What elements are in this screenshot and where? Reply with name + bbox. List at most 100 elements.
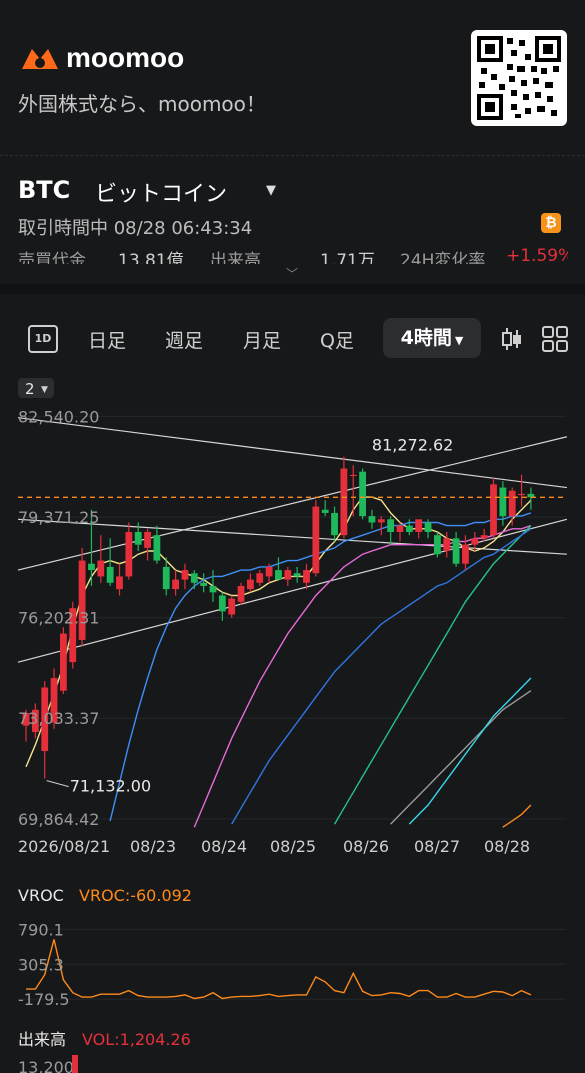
ma-line-ma90 — [390, 690, 532, 825]
x-tick-label: 08/26 — [343, 837, 389, 856]
stat-turnover-label: 売買代金 — [18, 251, 86, 264]
period-tabs: 1D 日足 週足 月足 Q足 4時間 ▼ — [0, 318, 585, 362]
candle-body — [462, 544, 469, 564]
vroc-grid — [18, 928, 566, 1000]
candle-body — [471, 538, 479, 545]
qr-code — [471, 30, 567, 126]
candle-body — [368, 516, 376, 523]
candle-body — [209, 585, 217, 593]
brand: moomoo — [18, 42, 184, 74]
candle-body — [312, 506, 320, 574]
stat-change-label: 24H変化率 — [400, 251, 486, 264]
vroc-y-tick-label: 305.3 — [18, 955, 64, 974]
volume-y-label: 13,200 — [18, 1058, 74, 1073]
period-selector-caret-icon: ▼ — [41, 385, 48, 395]
moomoo-logo-icon — [22, 49, 58, 69]
tab-daily[interactable]: 日足 — [88, 326, 126, 353]
candle-body — [218, 595, 226, 612]
candlestick-icon[interactable] — [500, 326, 524, 352]
candle-body — [78, 560, 86, 640]
price-chart[interactable]: 2 ▼ 82,540.20 79,371.25 76,202.31 73,033.37… — [0, 370, 585, 1073]
x-tick-label: 08/24 — [201, 837, 247, 856]
candle-body — [443, 538, 451, 552]
candle-body — [331, 512, 338, 536]
period-selector[interactable] — [18, 378, 54, 398]
ticker-name[interactable]: ビットコイン — [95, 176, 227, 208]
ma-line-ma120 — [408, 677, 532, 825]
candle-body — [359, 471, 366, 517]
candle-body — [405, 525, 413, 532]
ma-line-ma30 — [333, 525, 532, 825]
candle-body — [153, 535, 161, 561]
vroc-label: VROC — [18, 886, 64, 905]
expand-chevron-icon[interactable]: ﹀ — [286, 265, 298, 282]
stat-change-value: +1.59% — [506, 246, 568, 264]
candle-body — [144, 531, 151, 548]
candle-body — [508, 490, 516, 517]
y-tick-label: 69,864.42 — [18, 810, 99, 829]
candle-body — [349, 474, 357, 477]
candle-body — [256, 573, 264, 583]
candle-body — [181, 570, 189, 580]
x-tick-label: 08/28 — [484, 837, 530, 856]
y-tick-label: 82,540.20 — [18, 407, 99, 426]
candle-body — [228, 598, 236, 615]
calendar-1d-icon[interactable]: 1D — [28, 325, 58, 353]
candle-body — [172, 579, 179, 590]
x-axis-labels: 2026/08/21 08/23 08/24 08/25 08/26 08/27 08/28 — [18, 837, 530, 856]
candle-body — [125, 531, 133, 577]
candle-body — [284, 570, 292, 580]
candle-body — [424, 522, 432, 532]
tab-4hour-caret-icon: ▼ — [454, 334, 464, 347]
candle-body — [237, 585, 245, 602]
chevron-down-icon[interactable]: ▼ — [266, 183, 276, 198]
candle-body — [247, 579, 254, 590]
candle-body — [88, 563, 95, 571]
bitcoin-icon: ₿ — [541, 213, 561, 233]
low-annotation-leader — [46, 780, 69, 788]
ma-line-ma200 — [502, 804, 532, 828]
candle-body — [499, 487, 507, 517]
candle-body — [190, 573, 198, 583]
y-tick-label: 73,033.37 — [18, 709, 99, 728]
volume-bar — [72, 1055, 78, 1073]
period-selector-value: 2 — [25, 380, 35, 398]
vroc-value: VROC:-60.092 — [79, 886, 192, 905]
candle-body — [162, 566, 170, 590]
banner-divider — [0, 155, 585, 156]
candle-body — [452, 538, 460, 564]
x-tick-label: 2026/08/21 — [18, 837, 110, 856]
y-tick-label: 76,202.31 — [18, 609, 99, 628]
candle-body — [106, 566, 114, 583]
candle-body — [396, 525, 404, 532]
vroc-line — [26, 939, 532, 1000]
tab-monthly[interactable]: 月足 — [243, 326, 281, 353]
candle-body — [340, 468, 348, 536]
candle-body — [200, 582, 208, 586]
candle-body — [275, 570, 282, 580]
ticker-symbol[interactable]: BTC — [18, 176, 70, 204]
candle-body — [387, 519, 395, 532]
trading-status-time: 取引時間中 08/28 06:43:34 — [18, 218, 253, 239]
candle-body — [265, 566, 273, 577]
tab-quarterly[interactable]: Q足 — [320, 326, 354, 353]
candle-body — [293, 573, 301, 577]
grid-icon[interactable] — [541, 325, 569, 353]
tab-weekly[interactable]: 週足 — [165, 326, 203, 353]
y-axis-labels: 82,540.20 79,371.25 76,202.31 73,033.37 69,8… — [18, 407, 99, 828]
x-tick-label: 08/23 — [130, 837, 176, 856]
candle-body — [134, 531, 142, 545]
candle-body — [434, 535, 441, 555]
vroc-y-labels: 790.1 305.3 -179.5 — [18, 920, 70, 1009]
high-annotation: 81,272.62 — [372, 436, 453, 455]
qr-code-icon — [477, 36, 561, 120]
volume-label: 出来高 — [18, 1030, 66, 1049]
tab-4hour[interactable]: 4時間 ▼ — [383, 318, 481, 358]
candle-body — [321, 509, 329, 513]
candle-body — [415, 519, 423, 532]
ma-line-ma20 — [193, 524, 532, 828]
vroc-y-tick-label: 790.1 — [18, 920, 64, 939]
ma-line-ma5 — [25, 496, 532, 768]
volume-value: VOL:1,204.26 — [82, 1030, 191, 1049]
candle-body — [97, 560, 105, 577]
